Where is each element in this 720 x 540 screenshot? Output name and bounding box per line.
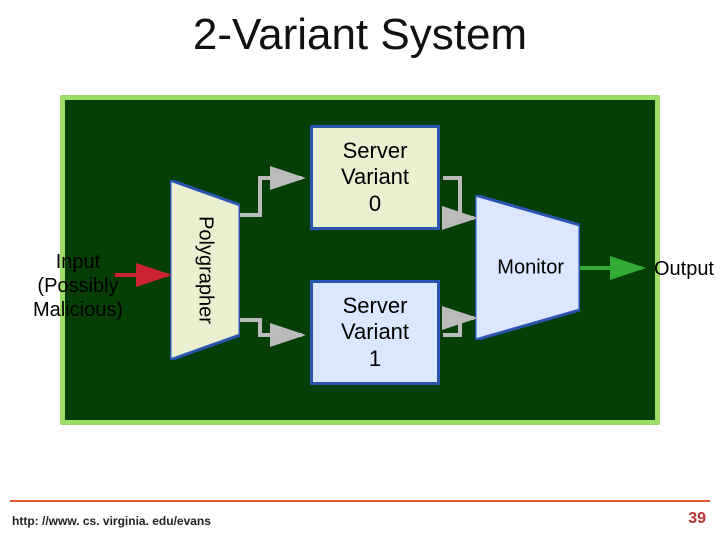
footer-divider: [10, 500, 710, 502]
polygrapher-block: Polygrapher: [170, 180, 240, 360]
polygrapher-label: Polygrapher: [194, 216, 217, 324]
monitor-block: Monitor: [475, 195, 580, 340]
server-variant-0-label: Server Variant 0: [341, 138, 409, 217]
server-variant-1-label: Server Variant 1: [341, 293, 409, 372]
slide-title: 2-Variant System: [0, 10, 720, 60]
page-number: 39: [688, 510, 706, 528]
footer-url: http: //www. cs. virginia. edu/evans: [12, 514, 211, 528]
server-variant-1-box: Server Variant 1: [310, 280, 440, 385]
output-label: Output: [654, 258, 714, 281]
input-label: Input (Possibly Malicious): [8, 250, 148, 322]
server-variant-0-box: Server Variant 0: [310, 125, 440, 230]
monitor-label: Monitor: [497, 256, 564, 279]
slide: 2-Variant System Server Variant 0 Server…: [0, 0, 720, 540]
